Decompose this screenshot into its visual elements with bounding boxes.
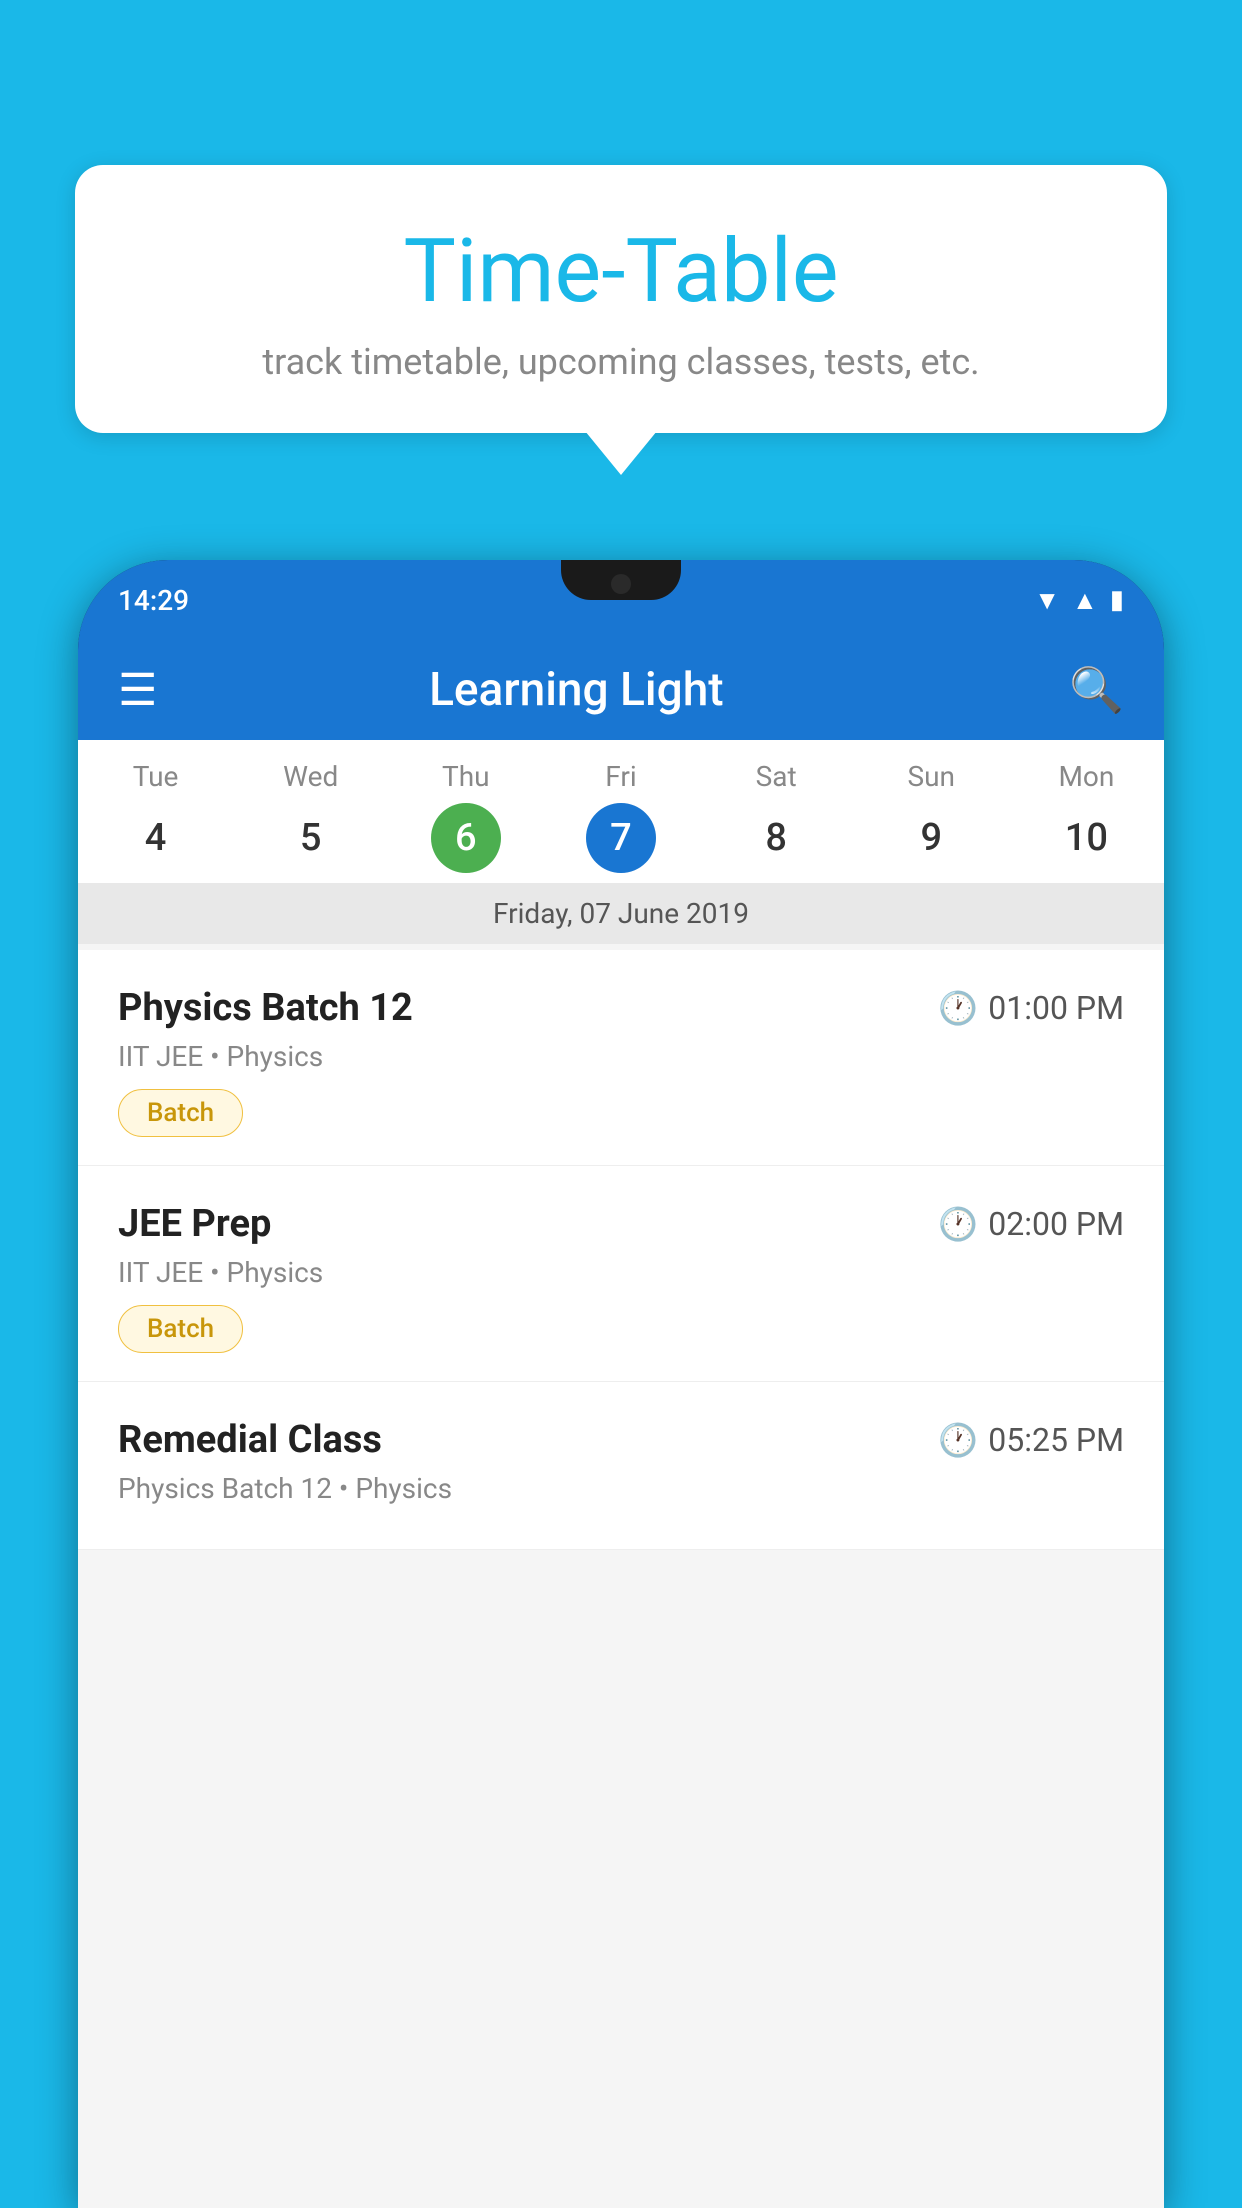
time-text: 01:00 PM bbox=[988, 989, 1124, 1027]
time-text: 05:25 PM bbox=[988, 1421, 1124, 1459]
day-number: 9 bbox=[896, 803, 966, 873]
day-label: Mon bbox=[1058, 760, 1114, 793]
time-text: 02:00 PM bbox=[988, 1205, 1124, 1243]
day-label: Fri bbox=[605, 760, 636, 793]
clock-icon: 🕐 bbox=[938, 1421, 978, 1459]
day-number: 7 bbox=[586, 803, 656, 873]
phone-frame: 14:29 ▼ ▲ ▮ ☰ Learning Light 🔍 Tue4Wed5T… bbox=[78, 560, 1164, 2208]
status-bar: 14:29 ▼ ▲ ▮ bbox=[78, 560, 1164, 640]
calendar-day[interactable]: Fri 7 bbox=[556, 760, 686, 873]
day-label: Wed bbox=[283, 760, 338, 793]
schedule-meta: IIT JEE • Physics bbox=[118, 1040, 1124, 1073]
calendar-day[interactable]: Mon 10 bbox=[1021, 760, 1151, 873]
day-label: Thu bbox=[442, 760, 490, 793]
wifi-icon: ▼ bbox=[1034, 585, 1060, 616]
app-title: Learning Light bbox=[187, 663, 1039, 717]
menu-icon[interactable]: ☰ bbox=[118, 664, 157, 716]
clock-icon: 🕐 bbox=[938, 1205, 978, 1243]
schedule-item[interactable]: Physics Batch 12 🕐 01:00 PM IIT JEE • Physi… bbox=[78, 950, 1164, 1166]
schedule-list: Physics Batch 12 🕐 01:00 PM IIT JEE • Physi… bbox=[78, 950, 1164, 1550]
selected-date-bar: Friday, 07 June 2019 bbox=[78, 883, 1164, 944]
tooltip-title: Time-Table bbox=[135, 220, 1107, 323]
calendar-header: Tue 4 Wed 5 Thu 6 Fri 7 Sat 8 Sun 9 Mon 10 Friday, 07… bbox=[78, 740, 1164, 944]
app-bar: ☰ Learning Light 🔍 bbox=[78, 640, 1164, 740]
day-number: 8 bbox=[741, 803, 811, 873]
day-number: 5 bbox=[276, 803, 346, 873]
notch bbox=[561, 560, 681, 600]
clock-icon: 🕐 bbox=[938, 989, 978, 1027]
schedule-time: 🕐 05:25 PM bbox=[938, 1421, 1124, 1459]
schedule-time: 🕐 02:00 PM bbox=[938, 1205, 1124, 1243]
camera bbox=[611, 574, 631, 594]
schedule-meta: Physics Batch 12 • Physics bbox=[118, 1472, 1124, 1505]
schedule-item-header: Remedial Class 🕐 05:25 PM bbox=[118, 1418, 1124, 1462]
batch-badge: Batch bbox=[118, 1089, 243, 1137]
phone-screen: Tue 4 Wed 5 Thu 6 Fri 7 Sat 8 Sun 9 Mon 10 Friday, 07… bbox=[78, 740, 1164, 2208]
schedule-title: JEE Prep bbox=[118, 1202, 271, 1246]
day-label: Sat bbox=[756, 760, 797, 793]
days-row: Tue 4 Wed 5 Thu 6 Fri 7 Sat 8 Sun 9 Mon 10 bbox=[78, 740, 1164, 883]
tooltip-subtitle: track timetable, upcoming classes, tests… bbox=[135, 341, 1107, 383]
day-label: Tue bbox=[133, 760, 179, 793]
batch-badge: Batch bbox=[118, 1305, 243, 1353]
status-icons: ▼ ▲ ▮ bbox=[1034, 585, 1124, 616]
schedule-item-header: JEE Prep 🕐 02:00 PM bbox=[118, 1202, 1124, 1246]
calendar-day[interactable]: Thu 6 bbox=[401, 760, 531, 873]
schedule-title: Physics Batch 12 bbox=[118, 986, 413, 1030]
calendar-day[interactable]: Sat 8 bbox=[711, 760, 841, 873]
day-number: 4 bbox=[121, 803, 191, 873]
schedule-item-header: Physics Batch 12 🕐 01:00 PM bbox=[118, 986, 1124, 1030]
day-number: 10 bbox=[1051, 803, 1121, 873]
tooltip-card: Time-Table track timetable, upcoming cla… bbox=[75, 165, 1167, 433]
schedule-title: Remedial Class bbox=[118, 1418, 382, 1462]
day-number: 6 bbox=[431, 803, 501, 873]
signal-icon: ▲ bbox=[1072, 585, 1098, 616]
day-label: Sun bbox=[908, 760, 956, 793]
schedule-item[interactable]: Remedial Class 🕐 05:25 PM Physics Batch 12 … bbox=[78, 1382, 1164, 1550]
calendar-day[interactable]: Tue 4 bbox=[91, 760, 221, 873]
calendar-day[interactable]: Sun 9 bbox=[866, 760, 996, 873]
schedule-time: 🕐 01:00 PM bbox=[938, 989, 1124, 1027]
calendar-day[interactable]: Wed 5 bbox=[246, 760, 376, 873]
schedule-item[interactable]: JEE Prep 🕐 02:00 PM IIT JEE • Physics Batch bbox=[78, 1166, 1164, 1382]
schedule-meta: IIT JEE • Physics bbox=[118, 1256, 1124, 1289]
search-icon[interactable]: 🔍 bbox=[1069, 664, 1124, 716]
battery-icon: ▮ bbox=[1110, 585, 1124, 615]
status-time: 14:29 bbox=[118, 584, 189, 617]
